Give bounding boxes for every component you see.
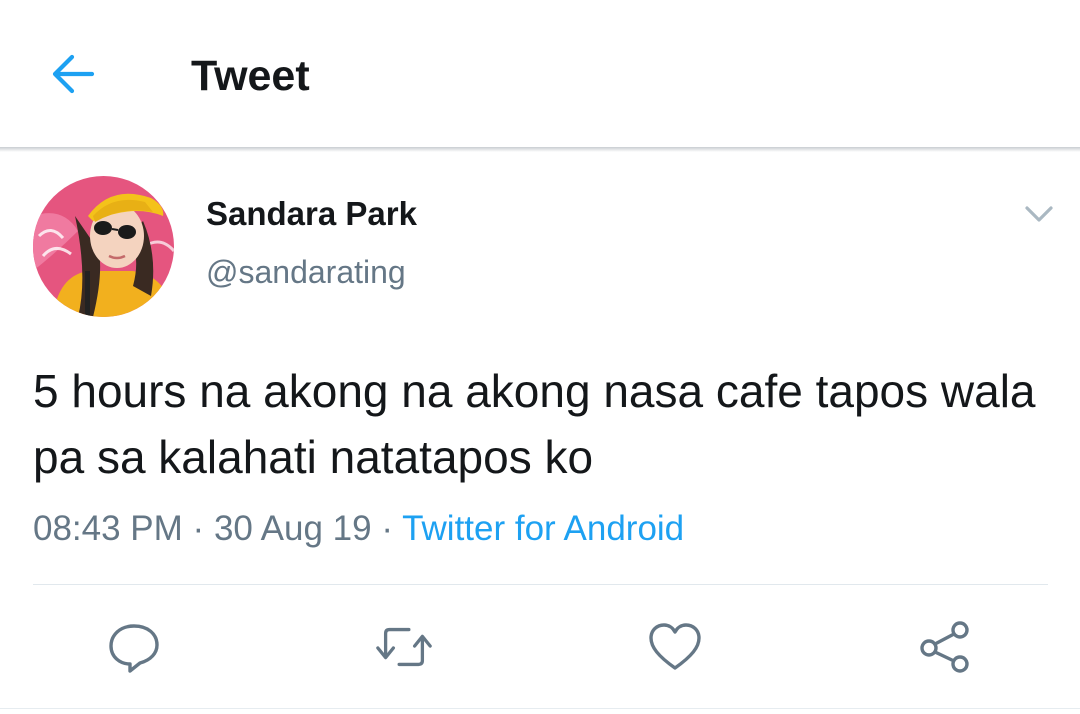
reply-icon <box>109 624 159 673</box>
tweet-text: 5 hours na akong na akong nasa cafe tapo… <box>33 365 1036 483</box>
tweet-time: 08:43 PM <box>33 509 183 548</box>
bottom-divider <box>0 708 1080 709</box>
reply-button[interactable] <box>104 617 164 677</box>
tweet-meta: 08:43 PM · 30 Aug 19 · Twitter for Andro… <box>33 509 684 549</box>
actions-divider <box>33 584 1048 585</box>
app-header: Tweet <box>0 0 1080 147</box>
arrow-left-icon <box>52 54 95 94</box>
page-title: Tweet <box>191 52 310 100</box>
more-options-button[interactable] <box>1016 196 1062 232</box>
like-button[interactable] <box>645 617 705 677</box>
chevron-down-icon <box>1025 206 1053 222</box>
author-display-name[interactable]: Sandara Park <box>206 195 417 233</box>
avatar[interactable] <box>33 176 174 317</box>
tweet-date: 30 Aug 19 <box>213 509 372 548</box>
profile-photo <box>33 176 174 317</box>
share-icon <box>920 621 969 673</box>
retweet-button[interactable] <box>374 617 434 677</box>
header-divider <box>0 147 1080 152</box>
like-icon <box>649 623 701 670</box>
share-button[interactable] <box>915 617 975 677</box>
author-handle[interactable]: @sandarating <box>206 254 406 291</box>
meta-separator: · <box>381 509 393 548</box>
retweet-icon <box>376 627 432 667</box>
meta-separator: · <box>192 509 205 548</box>
back-button[interactable] <box>44 46 104 102</box>
tweet-source-link[interactable]: Twitter for Android <box>402 509 684 548</box>
